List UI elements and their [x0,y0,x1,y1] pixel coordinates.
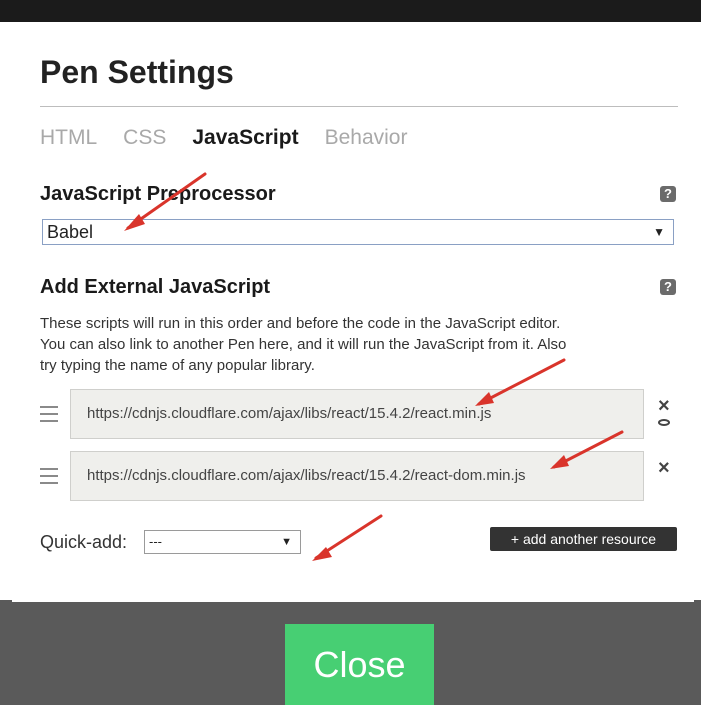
description-line: These scripts will run in this order and… [40,315,561,332]
help-icon[interactable]: ? [660,186,676,202]
settings-tabs: HTML CSS JavaScript Behavior [40,126,433,156]
resource-url-input[interactable]: https://cdnjs.cloudflare.com/ajax/libs/r… [70,389,644,439]
resource-row: https://cdnjs.cloudflare.com/ajax/libs/r… [40,389,680,441]
preprocessor-value: Babel [47,222,94,242]
quick-add-select[interactable]: --- ▼ [144,530,301,554]
external-js-description: These scripts will run in this order and… [40,313,680,376]
tab-behavior[interactable]: Behavior [325,126,408,156]
resource-url-value: https://cdnjs.cloudflare.com/ajax/libs/r… [87,405,492,422]
description-line: You can also link to another Pen here, a… [40,336,567,353]
external-js-label: Add External JavaScript [40,276,271,298]
window-top-bar [0,0,701,22]
quick-add-value: --- [149,534,162,549]
close-icon[interactable]: × [658,457,670,480]
resource-url-value: https://cdnjs.cloudflare.com/ajax/libs/r… [87,467,526,484]
tab-javascript[interactable]: JavaScript [192,126,298,156]
close-icon[interactable]: × [658,395,670,418]
drag-handle-icon[interactable] [40,468,58,484]
preprocessor-label: JavaScript Preprocessor [40,183,276,205]
tab-html[interactable]: HTML [40,126,97,156]
tab-css[interactable]: CSS [123,126,166,156]
resource-row: https://cdnjs.cloudflare.com/ajax/libs/r… [40,451,680,503]
description-line: try typing the name of any popular libra… [40,357,315,374]
drag-handle-icon[interactable] [40,406,58,422]
title-divider [40,106,678,107]
caret-down-icon: ▼ [653,225,665,239]
eye-icon[interactable] [658,419,670,426]
modal-title: Pen Settings [40,54,234,90]
quick-add-label: Quick-add: [40,532,128,552]
close-button[interactable]: Close [285,624,434,705]
pen-settings-modal: Pen Settings HTML CSS JavaScript Behavio… [12,22,694,602]
resource-url-input[interactable]: https://cdnjs.cloudflare.com/ajax/libs/r… [70,451,644,501]
preprocessor-select[interactable]: Babel ▼ [42,219,674,245]
add-resource-button[interactable]: + add another resource [490,527,677,551]
caret-down-icon: ▼ [281,536,292,548]
help-icon[interactable]: ? [660,279,676,295]
